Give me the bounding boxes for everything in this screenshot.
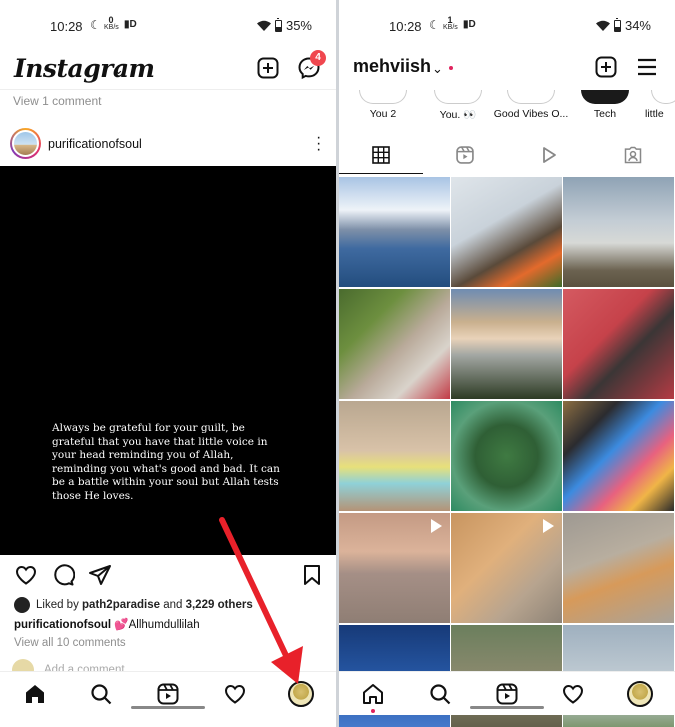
grid-post[interactable] — [563, 177, 674, 287]
network-speed: 1 KB/s — [443, 15, 458, 32]
story-highlights: You 2 You. 👀 Good Vibes O... Tech little — [339, 90, 675, 124]
grid-post[interactable] — [451, 289, 562, 399]
reels-icon[interactable] — [495, 682, 519, 706]
grid-post[interactable] — [339, 289, 450, 399]
grid-post[interactable] — [563, 401, 674, 511]
app-indicator-icon: ▮D — [463, 19, 476, 30]
tab-tagged[interactable] — [591, 136, 675, 174]
grid-post[interactable] — [339, 401, 450, 511]
reel-play-icon — [543, 519, 554, 533]
profile-tabs — [339, 136, 675, 174]
moon-icon: ☾ — [429, 18, 440, 32]
tagged-person-icon — [624, 146, 642, 164]
tab-reels[interactable] — [423, 136, 507, 174]
grid-post[interactable] — [451, 177, 562, 287]
profile-screen: 10:28 ☾ 1 KB/s ▮D 34% mehviish ⌄ You 2 Yo… — [339, 0, 675, 727]
grid-post[interactable] — [563, 513, 674, 623]
posts-grid — [339, 177, 675, 727]
grid-post[interactable] — [451, 513, 562, 623]
notification-dot — [449, 66, 453, 70]
highlight-item[interactable]: Tech — [577, 90, 633, 120]
activity-heart-icon[interactable] — [561, 682, 585, 706]
status-time: 10:28 — [389, 19, 422, 34]
reel-play-icon — [431, 519, 442, 533]
grid-post[interactable] — [563, 289, 674, 399]
highlight-item[interactable]: You 2 — [355, 90, 411, 120]
menu-icon[interactable] — [635, 55, 659, 79]
home-icon[interactable] — [361, 682, 385, 706]
tab-videos[interactable] — [507, 136, 591, 174]
search-icon[interactable] — [428, 682, 452, 706]
highlight-item[interactable]: You. 👀 — [427, 90, 489, 121]
profile-username[interactable]: mehviish — [353, 56, 431, 77]
gesture-bar — [470, 706, 544, 709]
chevron-down-icon[interactable]: ⌄ — [432, 61, 443, 77]
grid-post[interactable] — [339, 177, 450, 287]
highlight-item[interactable]: Good Vibes O... — [489, 90, 573, 120]
home-notification-dot — [371, 709, 375, 713]
highlight-item[interactable]: little — [645, 90, 675, 120]
bottom-nav — [339, 671, 675, 715]
profile-avatar-tab[interactable] — [627, 681, 653, 707]
grid-post[interactable] — [339, 513, 450, 623]
wifi-icon — [595, 20, 610, 31]
grid-icon — [372, 145, 390, 164]
new-post-icon[interactable] — [594, 55, 618, 79]
reels-icon — [456, 146, 474, 164]
feed-screen: 10:28 ☾ 0 KB/s ▮D 35% Instagram ⌄ 4 View … — [0, 0, 336, 727]
grid-post[interactable] — [451, 401, 562, 511]
status-bar: 10:28 ☾ 1 KB/s ▮D 34% — [339, 0, 675, 40]
play-icon — [543, 147, 556, 163]
tab-posts-grid[interactable] — [339, 136, 423, 174]
red-annotation-arrow-icon — [219, 517, 303, 684]
battery-percent: 34% — [624, 18, 651, 33]
battery-icon — [613, 17, 621, 32]
